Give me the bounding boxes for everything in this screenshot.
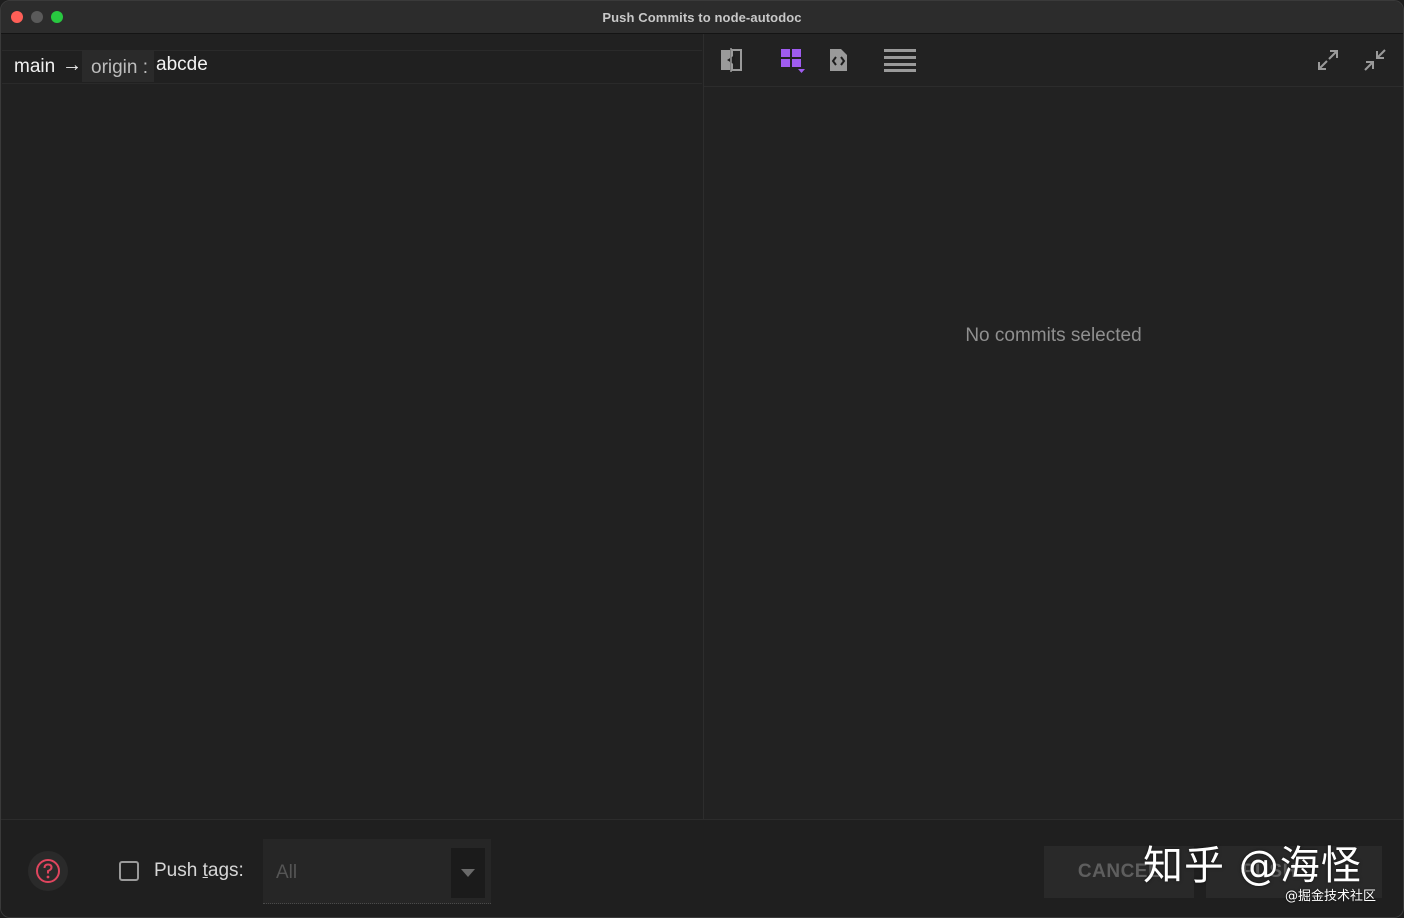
local-branch-name: main — [14, 56, 56, 77]
push-tags-select[interactable]: All — [263, 839, 491, 904]
target-branch-input[interactable]: abcde — [156, 54, 208, 76]
help-icon — [36, 859, 60, 883]
title-bar: Push Commits to node-autodoc — [1, 1, 1403, 34]
commits-list-pane: main → origin : abcde — [2, 34, 704, 819]
watermark-subtext: @掘金技术社区 — [1285, 889, 1377, 904]
expand-icon[interactable] — [1312, 44, 1344, 76]
code-file-icon[interactable] — [822, 44, 854, 76]
push-arrow-icon: → — [62, 54, 82, 76]
commit-details-pane: No commits selected — [704, 34, 1403, 819]
details-toolbar — [704, 34, 1403, 87]
push-tags-label: Push tags: — [154, 860, 244, 881]
window-title: Push Commits to node-autodoc — [602, 10, 802, 25]
watermark-text: 知乎 @海怪 — [1143, 843, 1362, 889]
no-commits-message: No commits selected — [965, 325, 1142, 346]
help-button[interactable] — [28, 851, 68, 891]
push-tags-checkbox[interactable] — [119, 861, 139, 881]
menu-lines-icon[interactable] — [882, 44, 918, 76]
compare-icon[interactable] — [715, 44, 747, 76]
push-commits-window: Push Commits to node-autodoc main → orig… — [0, 0, 1404, 918]
collapse-icon[interactable] — [1359, 44, 1391, 76]
chevron-down-icon — [461, 869, 475, 877]
remote-name: origin : — [91, 57, 149, 78]
dropdown-arrow-button[interactable] — [451, 848, 485, 898]
push-spec-row: main → origin : abcde — [2, 50, 702, 84]
push-tags-select-value: All — [276, 862, 298, 883]
grid-view-icon[interactable] — [776, 44, 808, 76]
remote-selector[interactable]: origin : — [82, 51, 154, 82]
